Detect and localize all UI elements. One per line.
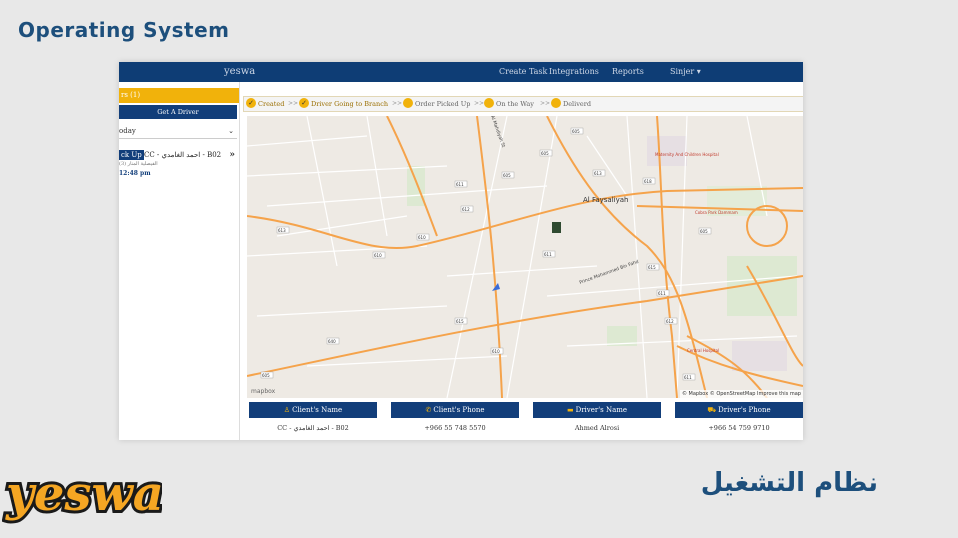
nav-integrations[interactable]: Integrations — [549, 67, 599, 76]
nav-user-menu[interactable]: Sinjer ▾ — [670, 67, 701, 76]
nav-create-task[interactable]: Create Task — [499, 67, 547, 76]
map-attribution[interactable]: © Mapbox © OpenStreetMap Improve this ma… — [679, 390, 803, 398]
svg-text:615: 615 — [456, 319, 464, 324]
svg-text:605: 605 — [572, 129, 580, 134]
order-address: الفيصلية المنار (3) — [119, 161, 158, 167]
svg-text:Maternity And Children Hospita: Maternity And Children Hospital — [655, 152, 719, 157]
order-status-tag: ck Up — [119, 150, 144, 160]
orders-header: rs (1) — [119, 88, 239, 103]
cell-client-phone: +966 55 748 5570 — [424, 424, 486, 432]
svg-text:618: 618 — [644, 179, 652, 184]
app-screenshot: yeswa Create Task Integrations Reports S… — [119, 62, 803, 440]
step-delivered: Deliverd — [551, 97, 591, 111]
svg-text:Cobra Park Dammam: Cobra Park Dammam — [695, 210, 738, 215]
svg-text:640: 640 — [328, 339, 336, 344]
pending-dot-icon — [551, 98, 561, 108]
arabic-slide-title: نظام التشغيل — [700, 468, 878, 498]
svg-text:610: 610 — [492, 349, 500, 354]
phone-icon: ✆ — [425, 406, 432, 414]
svg-text:613: 613 — [594, 171, 602, 176]
mapbox-logo[interactable]: mapbox — [251, 388, 275, 395]
svg-text:610: 610 — [374, 253, 382, 258]
order-card[interactable]: ck Up CC - احمد الغامدي - B02 » الفيصلية… — [119, 150, 239, 184]
svg-text:yeswa: yeswa — [5, 466, 162, 522]
yeswa-logo: yeswa yeswa — [2, 463, 162, 525]
order-details-table: ♙ Client's Name ✆ Client's Phone ▬ Driver's… — [247, 402, 803, 440]
top-navbar: yeswa Create Task Integrations Reports S… — [119, 62, 803, 82]
svg-text:611: 611 — [456, 182, 464, 187]
header-driver-phone: ⛟ Driver's Phone — [675, 402, 803, 418]
pending-dot-icon — [403, 98, 413, 108]
check-icon: ✓ — [246, 98, 256, 108]
svg-text:612: 612 — [462, 207, 470, 212]
svg-text:605: 605 — [700, 229, 708, 234]
delivery-map[interactable]: Al Faysaliyah Maternity And Children Hos… — [247, 116, 803, 398]
svg-text:605: 605 — [262, 373, 270, 378]
cell-driver-name: Ahmed Alrosi — [574, 424, 620, 432]
svg-text:613: 613 — [278, 228, 286, 233]
date-filter-value: oday — [119, 127, 136, 135]
slide-title: Operating System — [18, 18, 230, 42]
get-driver-button[interactable]: Get A Driver — [119, 105, 237, 119]
svg-text:611: 611 — [684, 375, 692, 380]
chevron-down-icon: ⌄ — [228, 127, 234, 135]
svg-text:Prince Mohammed Bin Fahd: Prince Mohammed Bin Fahd — [579, 259, 640, 286]
svg-text:605: 605 — [541, 151, 549, 156]
svg-text:Central Hospital: Central Hospital — [687, 348, 719, 353]
svg-text:612: 612 — [666, 319, 674, 324]
order-time: 12:48 pm — [119, 170, 151, 177]
svg-text:605: 605 — [503, 173, 511, 178]
svg-text:611: 611 — [544, 252, 552, 257]
pickup-marker[interactable] — [552, 222, 561, 233]
car-icon: ⛟ — [707, 406, 717, 414]
nav-reports[interactable]: Reports — [612, 67, 644, 76]
map-canvas: Al Faysaliyah Maternity And Children Hos… — [247, 116, 803, 398]
step-on-the-way: On the Way — [484, 97, 534, 111]
brand-name[interactable]: yeswa — [224, 66, 255, 77]
pending-dot-icon — [484, 98, 494, 108]
district-label: Al Faysaliyah — [583, 196, 628, 204]
header-client-name: ♙ Client's Name — [249, 402, 377, 418]
date-filter-select[interactable]: oday ⌄ — [119, 124, 237, 139]
orders-sidebar: rs (1) Get A Driver oday ⌄ ck Up CC - اح… — [119, 82, 240, 440]
header-client-phone: ✆ Client's Phone — [391, 402, 519, 418]
step-picked-up: Order Picked Up — [403, 97, 470, 111]
svg-text:610: 610 — [418, 235, 426, 240]
cell-client-name: CC - احمد الغامدي - B02 — [277, 424, 349, 432]
svg-text:611: 611 — [658, 291, 666, 296]
step-created: ✓ Created — [246, 97, 284, 111]
cell-driver-phone: +966 54 759 9710 — [708, 424, 770, 432]
header-driver-name: ▬ Driver's Name — [533, 402, 661, 418]
check-icon: ✓ — [299, 98, 309, 108]
step-driver-going: ✓ Driver Going to Branch — [299, 97, 388, 111]
user-icon: ♙ — [283, 406, 291, 414]
id-card-icon: ▬ — [566, 406, 574, 414]
open-order-icon[interactable]: » — [229, 150, 235, 160]
order-client-name: CC - احمد الغامدي - B02 — [144, 151, 222, 159]
order-status-tracker: ✓ Created >> ✓ Driver Going to Branch >> O… — [243, 96, 803, 112]
svg-text:615: 615 — [648, 265, 656, 270]
